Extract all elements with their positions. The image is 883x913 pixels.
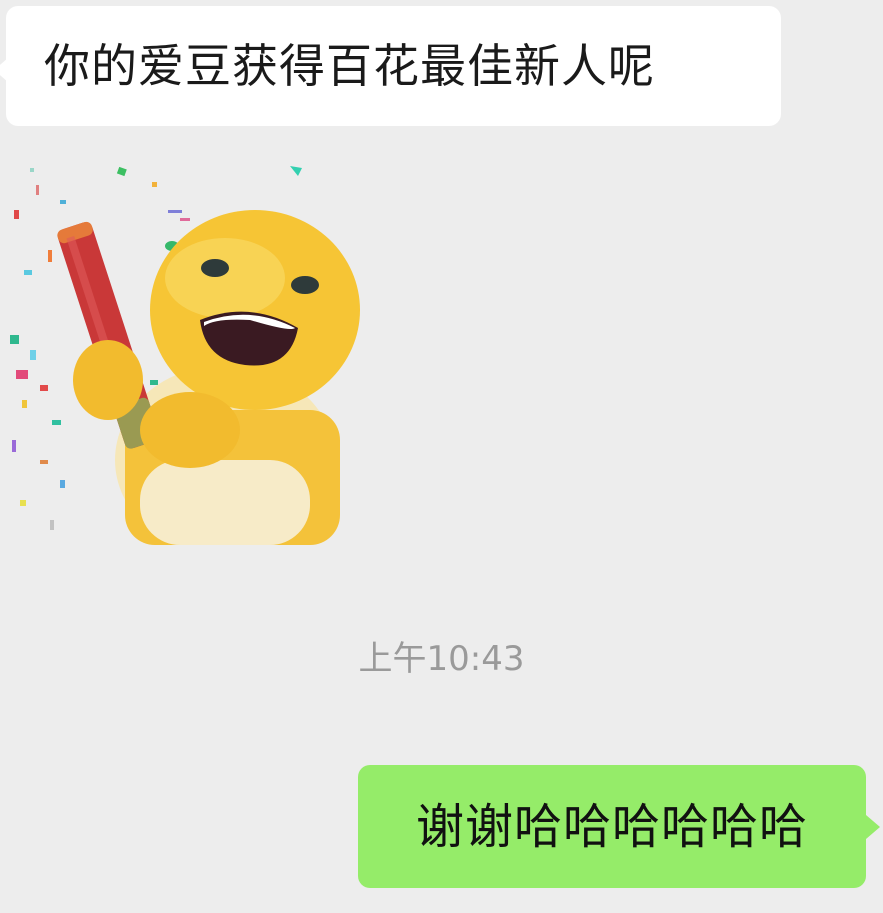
incoming-message-bubble[interactable]: 你的爱豆获得百花最佳新人呢 bbox=[0, 6, 781, 126]
left-hand bbox=[73, 340, 143, 420]
message-timestamp: 上午10:43 bbox=[358, 639, 525, 679]
celebration-sticker-icon[interactable] bbox=[0, 160, 370, 555]
left-eye bbox=[201, 259, 229, 277]
right-hand bbox=[140, 392, 240, 468]
incoming-message-text: 你的爱豆获得百花最佳新人呢 bbox=[44, 39, 655, 93]
chat-view: 你的爱豆获得百花最佳新人呢 上午10:43 谢谢哈哈哈哈哈哈 bbox=[0, 0, 883, 913]
right-eye bbox=[291, 276, 319, 294]
outgoing-message-bubble[interactable]: 谢谢哈哈哈哈哈哈 bbox=[358, 765, 880, 888]
sticker-image bbox=[10, 166, 360, 555]
outgoing-message-text: 谢谢哈哈哈哈哈哈 bbox=[415, 798, 808, 855]
